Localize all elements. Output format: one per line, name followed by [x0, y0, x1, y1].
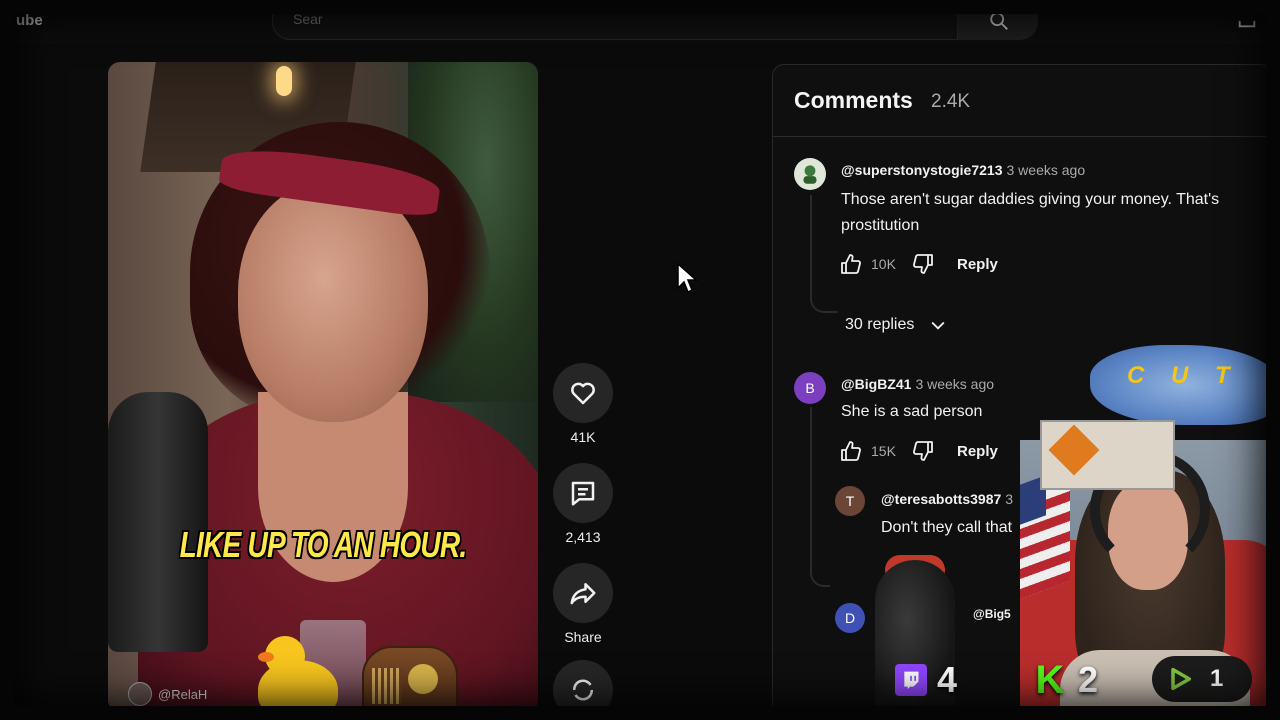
comment-like-count: 15K [871, 443, 896, 459]
comments-count: 2.4K [931, 91, 971, 112]
kick-count: 2 [1078, 659, 1099, 700]
comment-time: 3 weeks ago [915, 376, 995, 392]
remix-icon [573, 679, 593, 701]
twitch-icon [895, 664, 927, 696]
podcast-microphone [108, 392, 208, 652]
comment-text-line: Those aren't sugar daddies giving your m… [841, 191, 1220, 208]
thread-line [810, 195, 838, 313]
share-label: Share [564, 629, 602, 645]
rubber-duck-beak [258, 652, 274, 662]
thumbs-up-icon[interactable] [839, 439, 863, 463]
video-caption: LIKE UP TO AN HOUR. [179, 524, 468, 565]
thumbs-down-icon[interactable] [911, 252, 935, 276]
comment-text-line: She is a sad person [841, 403, 983, 420]
comment-text-line: Don't they call that [881, 519, 1013, 536]
thread-line [810, 407, 830, 587]
rumble-icon [1171, 667, 1192, 691]
channel-avatar[interactable] [128, 682, 152, 706]
avatar-letter: B [805, 380, 815, 396]
replies-toggle[interactable]: 30 replies [845, 315, 948, 335]
vintage-radio [362, 646, 458, 716]
chevron-down-icon [931, 321, 945, 330]
comments-header: Comments 2.4K [773, 65, 1271, 137]
site-logo[interactable]: ube [16, 12, 43, 29]
comment-author[interactable]: @BigBZ41 [841, 376, 911, 392]
thumbs-down-icon[interactable] [911, 439, 935, 463]
cut-logo-text: C U T [1127, 362, 1240, 389]
comment-icon [571, 481, 595, 506]
light-bulb [276, 66, 292, 96]
wall-sign-emblem [1048, 424, 1100, 476]
share-action: Share [553, 563, 613, 645]
comment-handle[interactable]: @superstonystogie7213 3 weeks ago [841, 162, 1085, 178]
kick-icon: K [1035, 657, 1065, 702]
reply-avatar[interactable]: T [835, 486, 865, 516]
thumbs-up-icon[interactable] [839, 252, 863, 276]
like-action: 41K [553, 363, 613, 445]
reply-avatar[interactable]: D [835, 603, 865, 633]
mouse-cursor-icon [677, 262, 698, 294]
twitch-viewers: 4 [895, 659, 958, 700]
create-icon[interactable] [1236, 8, 1258, 30]
comment-avatar[interactable] [794, 158, 826, 190]
like-button[interactable] [553, 363, 613, 423]
comment-actions: 15K Reply [839, 439, 998, 463]
avatar-image-icon [803, 165, 817, 184]
comment-time: 3 [1005, 491, 1014, 507]
comments-button[interactable] [553, 463, 613, 523]
comment-author[interactable]: @teresabotts3987 [881, 491, 1001, 507]
share-icon [570, 583, 596, 605]
avatar-letter: T [845, 493, 855, 509]
share-button[interactable] [553, 563, 613, 623]
comment-author[interactable]: @superstonystogie7213 [841, 162, 1003, 178]
heart-icon [571, 382, 595, 405]
search-placeholder: Sear [293, 11, 323, 27]
search-input[interactable]: Sear [272, 4, 958, 40]
comment-author[interactable]: @Big5 [973, 607, 1011, 621]
like-count: 41K [570, 429, 596, 445]
radio-dial [408, 664, 438, 694]
short-video-player[interactable]: LIKE UP TO AN HOUR. @RelaH [108, 62, 538, 712]
comment-like-count: 10K [871, 256, 896, 272]
remix-action [553, 660, 613, 720]
comment-handle[interactable]: @teresabotts3987 3 [881, 491, 1013, 507]
comment-avatar[interactable]: B [794, 372, 826, 404]
kick-viewers: K 2 [1032, 657, 1099, 702]
reply-button[interactable]: Reply [957, 256, 998, 273]
rumble-count: 1 [1210, 665, 1224, 692]
channel-name[interactable]: @RelaH [158, 687, 207, 702]
remix-button[interactable] [553, 660, 613, 720]
radio-grill [372, 668, 402, 704]
comment-handle[interactable]: @BigBZ41 3 weeks ago [841, 376, 994, 392]
comment-actions: 10K Reply [839, 252, 998, 276]
reply-button[interactable]: Reply [957, 443, 998, 460]
comment-handle[interactable]: @Big5 [973, 607, 1011, 621]
top-bar: ube Sear [0, 0, 1280, 44]
channel-row[interactable]: @RelaH [128, 682, 207, 706]
search-button[interactable] [958, 4, 1038, 40]
speaker-face [238, 182, 428, 422]
avatar-letter: D [844, 610, 856, 626]
twitch-count: 4 [937, 659, 958, 700]
comment-text-line: prostitution [841, 217, 920, 234]
rumble-viewers: 1 [1152, 656, 1252, 702]
replies-count[interactable]: 30 replies [845, 316, 914, 334]
search-icon [990, 12, 1008, 30]
comment-action: 2,413 [553, 463, 613, 545]
comment-time: 3 weeks ago [1006, 162, 1086, 178]
comment-count: 2,413 [565, 529, 601, 545]
comments-title: Comments [794, 87, 913, 113]
wall-sign [1040, 420, 1175, 490]
